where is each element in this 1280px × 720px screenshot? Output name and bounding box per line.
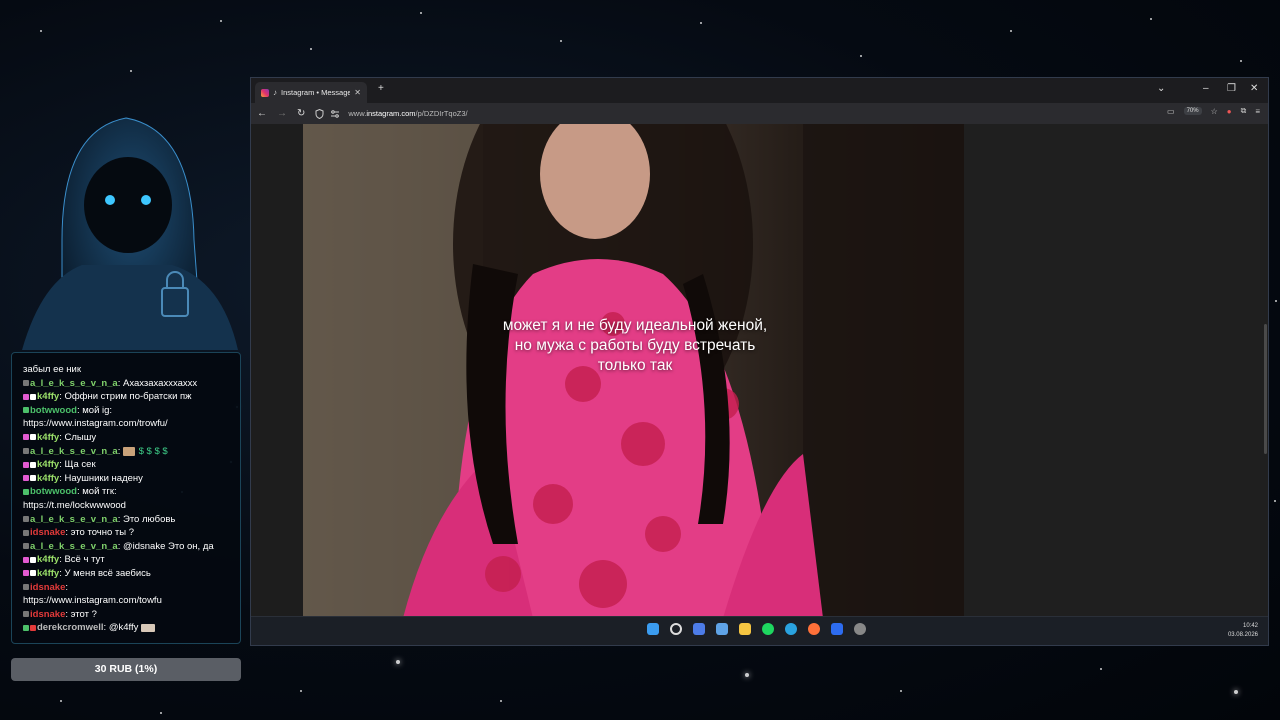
chat-message: a_l_e_k_s_e_v_n_a: Это любовь (23, 513, 232, 527)
caption-line: но мужа с работы буду встречать (514, 337, 756, 354)
new-tab-button[interactable]: + (378, 83, 384, 94)
app-icon[interactable] (854, 623, 866, 635)
permissions-icon[interactable] (330, 109, 340, 118)
app-icon[interactable] (831, 623, 843, 635)
restore-button[interactable]: ❐ (1227, 83, 1236, 94)
chat-message: k4ffy: Оффни стрим по-братски пж (23, 390, 232, 404)
forward-button[interactable]: → (277, 108, 287, 119)
speaker-icon[interactable]: ♪ (273, 88, 277, 97)
chat-message: k4ffy: Ща сек (23, 458, 232, 472)
chat-link[interactable]: https://www.instagram.com/towfu (23, 594, 232, 608)
stream-chat: забыл ее ник a_l_e_k_s_e_v_n_a: Ахахзаха… (11, 352, 241, 644)
caption-line: только так (597, 357, 673, 374)
back-button[interactable]: ← (257, 108, 267, 119)
page-scrollbar[interactable] (1264, 324, 1267, 454)
spotify-icon[interactable] (762, 623, 774, 635)
chat-message: a_l_e_k_s_e_v_n_a: @idsnake Это он, да (23, 540, 232, 554)
extension-icon[interactable]: ● (1227, 107, 1232, 116)
chat-message: a_l_e_k_s_e_v_n_a: $ $ $ $ (23, 445, 232, 459)
clock-time: 10:42 (1242, 623, 1258, 629)
address-bar[interactable]: www.instagram.com/p/DZDIrTqoZ3/ (348, 109, 467, 118)
tab-list-dropdown-icon[interactable]: ⌄ (1157, 83, 1165, 94)
browser-window: ♪ Instagram • Messages ✕ + ⌄ – ❐ ✕ ← → ↻… (250, 77, 1269, 646)
app-icon[interactable] (716, 623, 728, 635)
donation-goal-bar: 30 RUB (1%) (11, 658, 241, 681)
windows-start-icon[interactable] (647, 623, 659, 635)
chat-message: derekcromwell: @k4ffy (23, 621, 232, 635)
reload-button[interactable]: ↻ (297, 108, 305, 119)
caption-line: может я и не буду идеальной женой, (502, 317, 768, 334)
minimize-button[interactable]: – (1203, 83, 1209, 94)
navigation-bar: ← → ↻ www.instagram.com/p/DZDIrTqoZ3/ ▭ … (251, 103, 1268, 124)
telegram-icon[interactable] (785, 623, 797, 635)
tab-bar: ♪ Instagram • Messages ✕ + ⌄ – ❐ ✕ (251, 78, 1268, 103)
taskbar: 10:42 03.08.2026 (251, 616, 1268, 645)
chat-message: k4ffy: Слышу (23, 431, 232, 445)
tab-close-icon[interactable]: ✕ (354, 88, 361, 97)
tab-instagram[interactable]: ♪ Instagram • Messages ✕ (255, 82, 367, 103)
menu-icon[interactable]: ≡ (1255, 107, 1260, 116)
extensions-puzzle-icon[interactable]: ⧉ (1241, 106, 1247, 116)
chat-link[interactable]: https://www.instagram.com/trowfu/ (23, 417, 232, 431)
chat-message: botwwood: мой тгк: (23, 485, 232, 499)
video-caption: может я и не буду идеальной женой, но му… (475, 316, 795, 376)
chat-message: забыл ее ник (23, 364, 82, 375)
file-explorer-icon[interactable] (739, 623, 751, 635)
page-content: может я и не буду идеальной женой, но му… (251, 124, 1268, 618)
donation-goal-label: 30 RUB (1%) (94, 663, 158, 675)
shield-icon[interactable] (315, 108, 324, 119)
clock-date: 03.08.2026 (1227, 632, 1258, 638)
instagram-icon (261, 88, 269, 97)
tab-title: Instagram • Messages (281, 88, 351, 97)
app-icon[interactable] (693, 623, 705, 635)
side-panel (964, 124, 1268, 618)
chat-message: botwwood: мой ig: (23, 404, 232, 418)
chat-message: idsnake: это точно ты ? (23, 526, 232, 540)
chat-message: k4ffy: У меня всё заебись (23, 567, 232, 581)
reader-view-icon[interactable]: ▭ (1167, 107, 1175, 116)
zoom-indicator[interactable]: 70% (1183, 107, 1202, 115)
firefox-icon[interactable] (808, 623, 820, 635)
chat-link[interactable]: https://t.me/lockwwwood (23, 499, 232, 513)
chat-message: k4ffy: Наушники надену (23, 472, 232, 486)
chat-message: idsnake: этот ? (23, 608, 232, 622)
streamer-avatar (22, 117, 238, 350)
chat-message: a_l_e_k_s_e_v_n_a: Ахахзахахххаххх (23, 377, 232, 391)
bookmark-star-icon[interactable]: ☆ (1211, 107, 1218, 116)
close-window-button[interactable]: ✕ (1250, 83, 1258, 94)
chat-message: k4ffy: Всё ч тут (23, 553, 232, 567)
search-icon[interactable] (670, 623, 682, 635)
system-clock[interactable]: 10:42 03.08.2026 (1228, 622, 1258, 640)
chat-message: idsnake: (23, 581, 232, 595)
reel-video[interactable]: может я и не буду идеальной женой, но му… (303, 124, 964, 618)
